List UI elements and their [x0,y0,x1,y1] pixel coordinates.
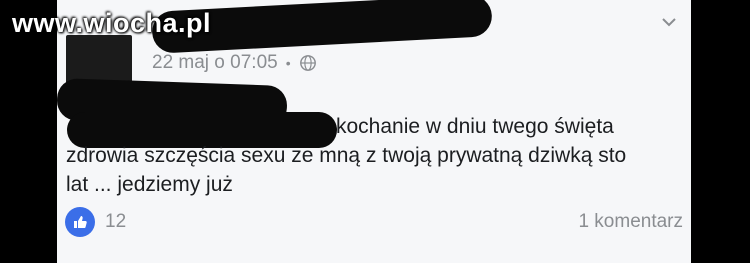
thumbs-up-icon [65,207,95,237]
post-meta: 22 maj o 07:05 • [152,52,317,74]
globe-icon [299,55,316,71]
post-text: kochanie w dniu twego święta zdrowia szc… [66,112,666,199]
chevron-down-icon[interactable] [659,12,679,32]
post-text-line: lat ... jedziemy już [66,173,233,196]
post-card: 22 maj o 07:05 • kochanie w dniu twego ś… [57,0,691,263]
post-text-line: kochanie w dniu twego święta [336,115,614,138]
post-timestamp[interactable]: 22 maj o 07:05 [152,52,278,74]
separator: • [285,55,291,71]
like-count: 12 [105,211,127,232]
watermark: www.wiocha.pl [12,8,212,38]
comment-count-link[interactable]: 1 komentarz [578,211,683,233]
post-text-line: zdrowia szczęścia sexu ze mną z twoją pr… [66,144,627,167]
reactions[interactable]: 12 [65,207,126,237]
